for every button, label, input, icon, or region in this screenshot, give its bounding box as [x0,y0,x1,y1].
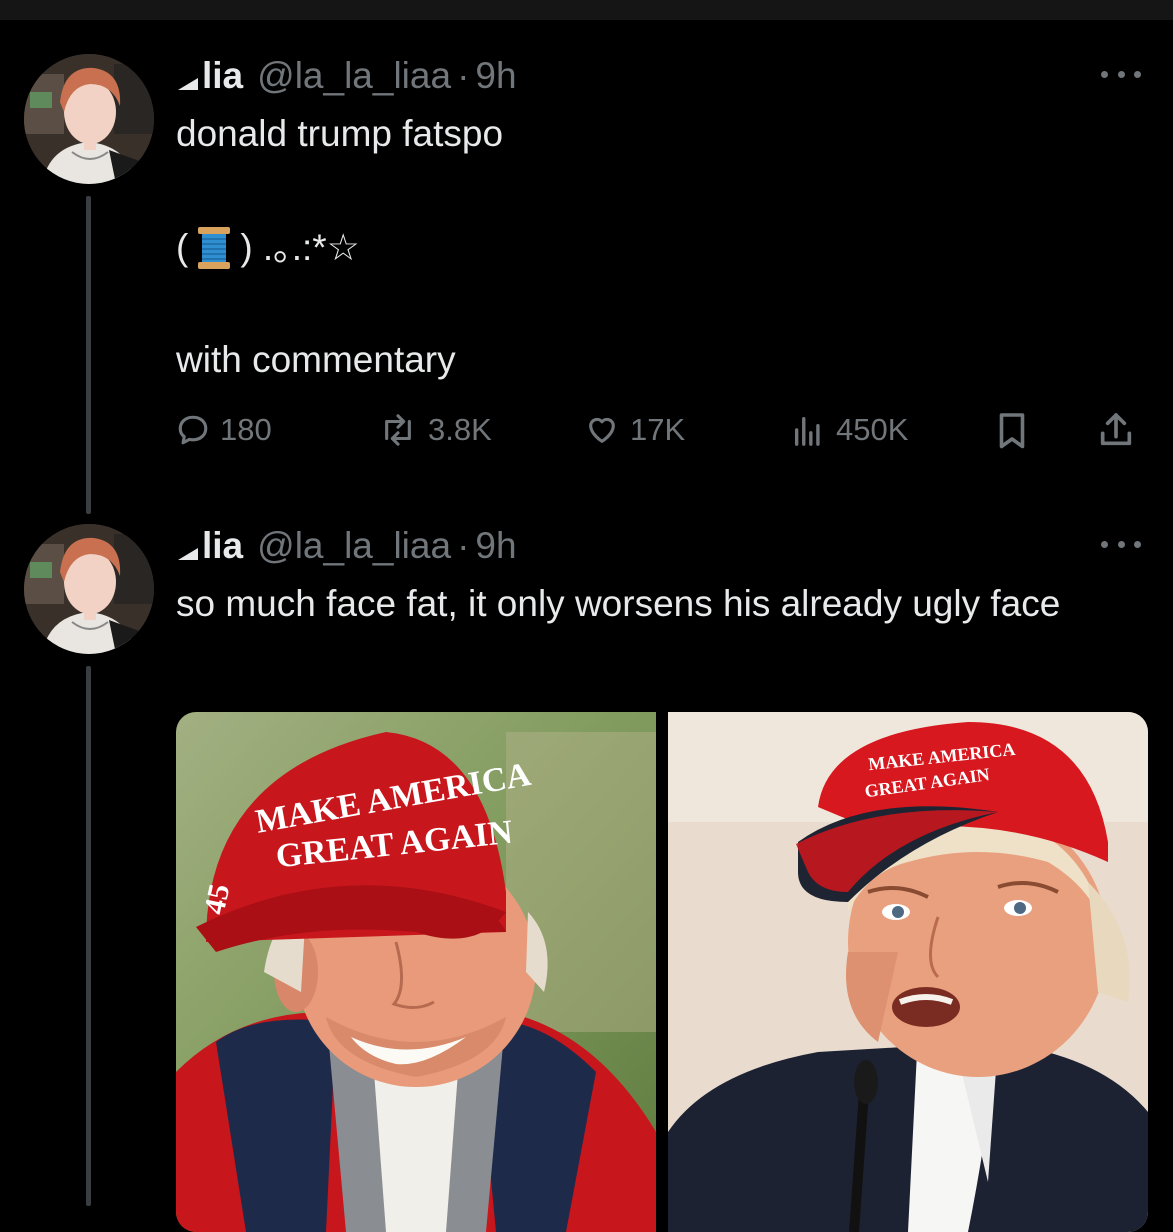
reply-button[interactable]: 180 [176,408,272,452]
post-text-line: donald trump fatspo [176,113,504,154]
avatar[interactable] [24,524,154,654]
top-bar [0,0,1173,20]
name-decoration-icon [178,548,198,560]
separator-dot: · [457,525,470,566]
post[interactable]: lia @la_la_liaa · 9h donald trump fatspo… [0,52,1173,522]
separator-dot: · [457,55,470,96]
media-grid: MAKE AMERICA GREAT AGAIN 45 MAKE AMERICA… [176,712,1148,1232]
action-bar: 180 3.8K 17K 450K [176,408,1144,452]
share-icon [1100,413,1132,446]
post-text-line: with commentary [176,339,456,380]
thread-line [86,196,91,514]
like-count: 17K [630,412,686,447]
reply-icon [178,415,208,445]
author-name[interactable]: lia [176,525,243,567]
post-header: lia @la_la_liaa · 9h [176,54,517,98]
author-handle[interactable]: @la_la_liaa [257,525,451,567]
bookmark-button[interactable] [994,408,1040,452]
author-name[interactable]: lia [176,55,243,97]
timestamp[interactable]: 9h [475,525,516,567]
post-text-line: ( ) .｡.:*☆ [176,220,360,276]
text-fragment: ( [176,227,189,268]
repost-icon [385,414,411,446]
text-fragment: ) .｡.:*☆ [240,227,360,268]
post[interactable]: lia @la_la_liaa · 9h so much face fat, i… [0,522,1173,1232]
reply-count: 180 [220,412,272,447]
heart-icon [589,417,615,443]
views-chart-icon [794,416,820,446]
name-decoration-icon [178,78,198,90]
repost-count: 3.8K [428,412,492,447]
media-photo[interactable]: MAKE AMERICA GREAT AGAIN 45 [176,712,656,1232]
views-button[interactable]: 450K [790,408,908,452]
thread-line [86,666,91,1206]
timestamp[interactable]: 9h [475,55,516,97]
avatar[interactable] [24,54,154,184]
thread-spool-icon [198,227,231,269]
more-options-button[interactable] [1099,62,1143,86]
post-text: so much face fat, it only worsens his al… [176,583,1061,624]
like-button[interactable]: 17K [584,408,685,452]
repost-button[interactable]: 3.8K [378,408,492,452]
bookmark-icon [999,413,1025,449]
author-handle[interactable]: @la_la_liaa [257,55,451,97]
media-photo[interactable]: MAKE AMERICA GREAT AGAIN [668,712,1148,1232]
share-button[interactable] [1096,408,1146,452]
view-count: 450K [836,412,909,447]
post-header: lia @la_la_liaa · 9h [176,524,517,568]
more-options-button[interactable] [1099,532,1143,556]
